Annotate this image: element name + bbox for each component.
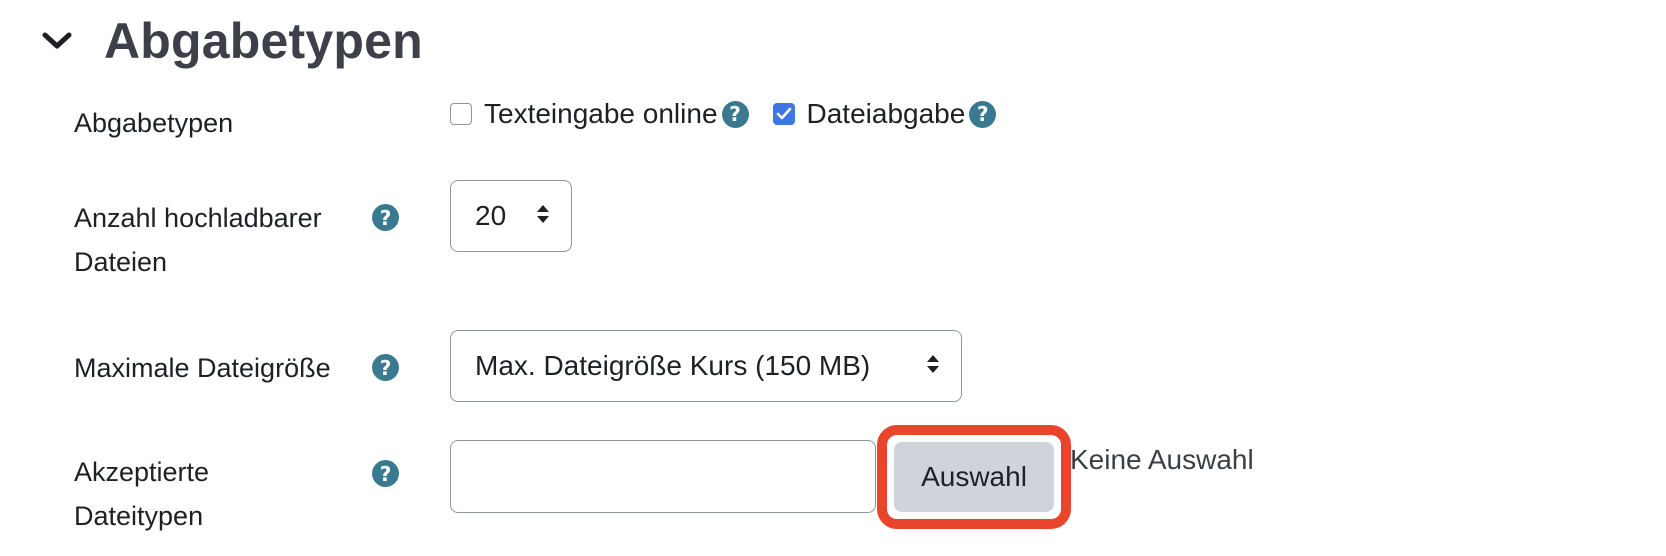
max-size-select[interactable]: Max. Dateigröße Kurs (150 MB) (450, 330, 962, 402)
file-submission-checkbox[interactable] (772, 103, 795, 125)
section-header: Abgabetypen (40, 6, 423, 76)
accepted-types-help-icon[interactable]: ? (372, 460, 399, 487)
online-text-checkbox[interactable] (450, 103, 472, 125)
select-arrows-icon (535, 200, 551, 232)
accepted-types-label: Akzeptierte Dateitypen (74, 450, 209, 538)
accepted-types-label-line2: Dateitypen (74, 501, 204, 531)
online-text-help-icon[interactable]: ? (721, 100, 749, 128)
max-files-label-line1: Anzahl hochladbarer (74, 203, 322, 233)
max-files-value: 20 (475, 200, 507, 231)
max-size-help-icon[interactable]: ? (372, 354, 399, 381)
chevron-down-icon[interactable] (40, 24, 74, 58)
max-size-value: Max. Dateigröße Kurs (150 MB) (475, 350, 871, 381)
submission-types-label: Abgabetypen (74, 108, 234, 138)
max-files-label-line2: Dateien (74, 247, 168, 277)
max-files-select[interactable]: 20 (450, 180, 572, 252)
max-size-label: Maximale Dateigröße (74, 353, 331, 383)
submission-types-options: Texteingabe online ? Dateiabgabe ? (450, 94, 1020, 134)
choose-button[interactable]: Auswahl (894, 442, 1054, 512)
no-selection-text: Keine Auswahl (1070, 444, 1254, 475)
checkmark-icon (776, 107, 791, 120)
online-text-label: Texteingabe online (484, 98, 718, 129)
file-submission-help-icon[interactable]: ? (969, 100, 997, 128)
max-files-help-icon[interactable]: ? (372, 204, 399, 231)
section-title: Abgabetypen (104, 13, 423, 69)
select-arrows-icon (925, 350, 941, 382)
file-submission-label: Dateiabgabe (806, 98, 966, 129)
accepted-types-label-line1: Akzeptierte (74, 457, 210, 487)
accepted-types-input[interactable] (450, 440, 876, 513)
max-files-label: Anzahl hochladbarer Dateien (74, 196, 322, 284)
